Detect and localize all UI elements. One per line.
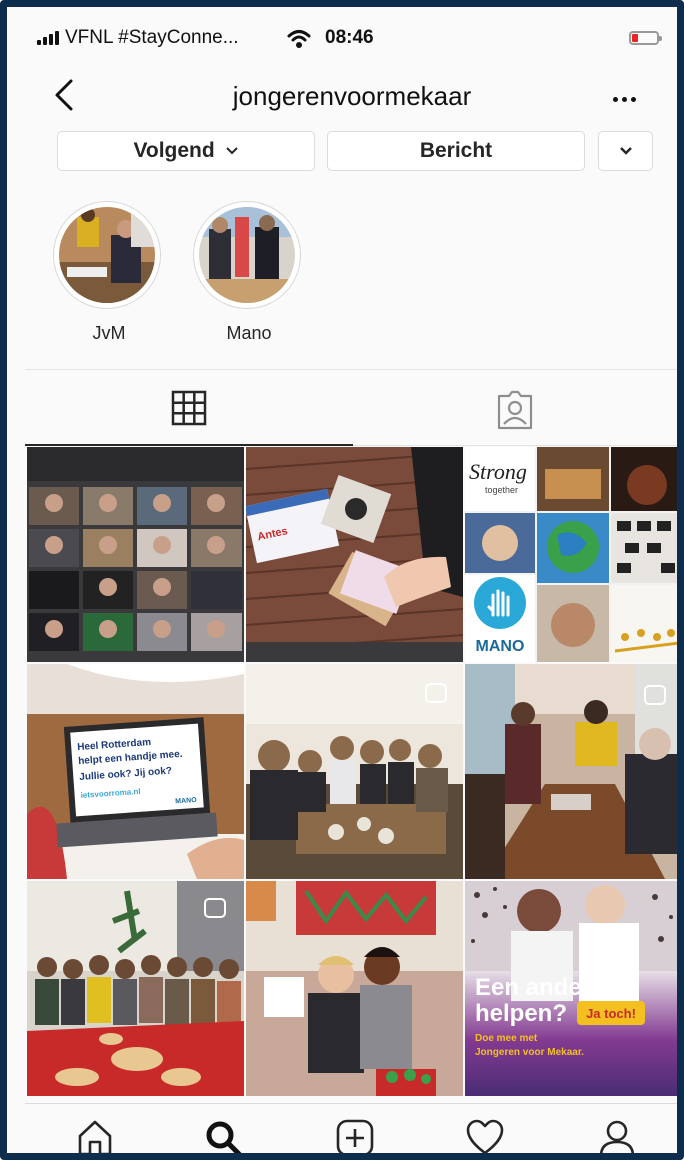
device-frame: VFNL #StayConne... 08:46 jongerenvoormek… [0, 0, 684, 1160]
signal-icon [37, 31, 59, 45]
posts-grid: Antes Strong together MANO Heel Rotterda… [27, 447, 677, 1101]
bottom-tab-bar [25, 1103, 677, 1158]
highlight-thumbnail [59, 207, 155, 303]
highlight-thumbnail [199, 207, 295, 303]
story-highlight-jvm[interactable]: JvM [53, 201, 165, 344]
chevron-down-icon [225, 147, 238, 155]
grid-icon [171, 390, 207, 426]
highlight-label: JvM [92, 323, 126, 343]
search-icon[interactable] [203, 1118, 243, 1158]
post-thumbnail-video-call[interactable] [27, 447, 244, 662]
profile-header: jongerenvoormekaar [25, 67, 677, 123]
profile-icon[interactable] [597, 1118, 637, 1158]
poster-headline-2: helpen? [475, 1000, 567, 1027]
highlight-ring [193, 201, 301, 309]
collage-subline: together [485, 485, 518, 495]
tab-posts-grid[interactable] [25, 370, 353, 446]
home-icon[interactable] [75, 1118, 115, 1158]
poster-sub-2: Jongeren voor Mekaar. [475, 1047, 584, 1058]
collage-banner: Strong [469, 459, 527, 484]
post-thumbnail-mano-collage[interactable]: Strong together MANO [465, 447, 677, 662]
highlight-label: Mano [226, 323, 272, 343]
wifi-icon [287, 30, 311, 48]
post-thumbnail-poster[interactable]: Een ander helpen? Ja toch! Doe mee met J… [465, 881, 677, 1096]
post-thumbnail-meeting[interactable] [465, 664, 677, 879]
profile-username: jongerenvoormekaar [232, 81, 472, 111]
tab-tagged[interactable] [353, 370, 677, 446]
carrier-name: VFNL #StayConne... [65, 27, 239, 48]
chevron-down-icon [619, 147, 632, 156]
following-label: Volgend [133, 139, 215, 162]
activity-heart-icon[interactable] [465, 1118, 505, 1158]
post-thumbnail-couch[interactable] [246, 881, 463, 1096]
poster-headline-1: Een ander [475, 974, 591, 1001]
post-thumbnail-group-floor[interactable] [27, 881, 244, 1096]
mano-logo-text: MANO [476, 638, 525, 655]
status-bar: VFNL #StayConne... 08:46 [25, 17, 677, 61]
poster-sub-1: Doe mee met [475, 1033, 538, 1044]
profile-tabs [25, 369, 677, 446]
new-post-icon[interactable] [335, 1118, 375, 1158]
post-thumbnail-laptop[interactable]: Heel Rotterdam helpt een handje mee. Jul… [27, 664, 244, 879]
post-thumbnail-envelope[interactable]: Antes [246, 447, 463, 662]
tagged-person-icon [497, 390, 533, 430]
suggested-accounts-button[interactable] [598, 131, 653, 171]
highlight-ring [53, 201, 161, 309]
app-screen: VFNL #StayConne... 08:46 jongerenvoormek… [25, 17, 677, 1158]
story-highlight-mano[interactable]: Mano [193, 201, 305, 344]
following-button[interactable]: Volgend [57, 131, 315, 171]
more-options-icon[interactable] [611, 89, 647, 102]
status-time: 08:46 [325, 27, 374, 48]
message-button[interactable]: Bericht [327, 131, 585, 171]
battery-icon [629, 31, 662, 45]
message-label: Bericht [419, 139, 493, 162]
post-thumbnail-group-selfie[interactable] [246, 664, 463, 879]
poster-badge: Ja toch! [586, 1006, 636, 1021]
